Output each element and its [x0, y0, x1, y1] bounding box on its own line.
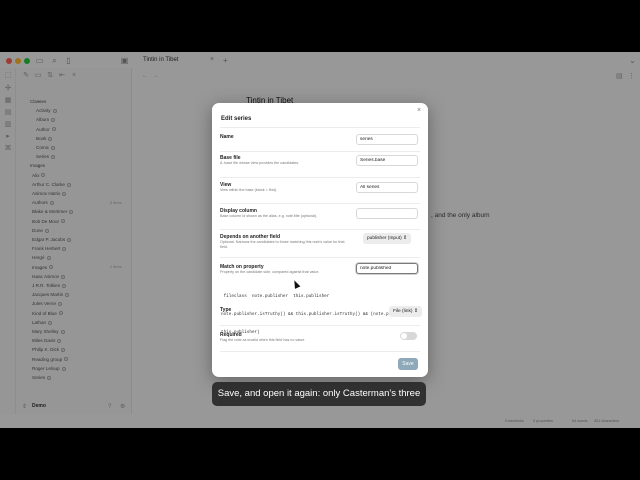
- field-description: Base column id shown as the alias, e.g. …: [220, 214, 318, 218]
- edit-field-modal: × Edit series Name Base file A .base fil…: [212, 103, 428, 377]
- depends-on-value: publisher (Input): [367, 236, 402, 241]
- field-description: Flag the note as invalid when this field…: [220, 338, 306, 342]
- field-description: View within the base (blank = first).: [220, 188, 278, 192]
- display-column-row: Display column Base column id shown as t…: [220, 203, 420, 229]
- base-file-row: Base file A .base file whose view provid…: [220, 151, 420, 177]
- base-file-input[interactable]: [356, 155, 418, 166]
- type-value: File (link): [393, 309, 413, 314]
- screen: ▭ ⌕ ▯ ▣ Tintin in Tibet × + ⌄ ⬚ ✣ ▦ ▤ ▥ …: [0, 0, 640, 480]
- save-button[interactable]: Save: [398, 358, 418, 370]
- display-column-input[interactable]: [356, 208, 418, 219]
- name-input[interactable]: [356, 134, 418, 145]
- video-caption: Save, and open it again: only Casterman'…: [212, 382, 426, 406]
- field-label: Type: [220, 307, 232, 313]
- chevron-updown-icon: ⇕: [403, 236, 408, 241]
- modal-title: Edit series: [221, 116, 252, 122]
- divider: [220, 351, 420, 352]
- required-toggle[interactable]: [400, 332, 417, 340]
- depends-on-row: Depends on another field Optional. Narro…: [220, 229, 420, 257]
- match-property-input[interactable]: [356, 263, 418, 274]
- code-line: fileclass note.publisher this.publisher: [221, 294, 330, 299]
- field-description: Property on the candidate side, compared…: [220, 270, 320, 274]
- type-select[interactable]: File (link) ⇕: [389, 306, 422, 317]
- view-input[interactable]: [356, 182, 418, 193]
- depends-on-select[interactable]: publisher (Input) ⇕: [363, 233, 412, 244]
- type-row: Type File (link) ⇕: [220, 301, 422, 325]
- required-row: Required Flag the note as invalid when t…: [220, 325, 420, 351]
- close-icon[interactable]: ×: [417, 107, 421, 114]
- field-description: Optional. Narrows the candidates to thos…: [220, 240, 345, 249]
- field-name-row: Name: [220, 127, 420, 151]
- field-description: A .base file whose view provides the can…: [220, 161, 300, 165]
- chevron-updown-icon: ⇕: [413, 309, 418, 314]
- toggle-knob: [401, 333, 407, 339]
- view-row: View View within the base (blank = first…: [220, 177, 420, 203]
- field-label: Name: [220, 134, 234, 140]
